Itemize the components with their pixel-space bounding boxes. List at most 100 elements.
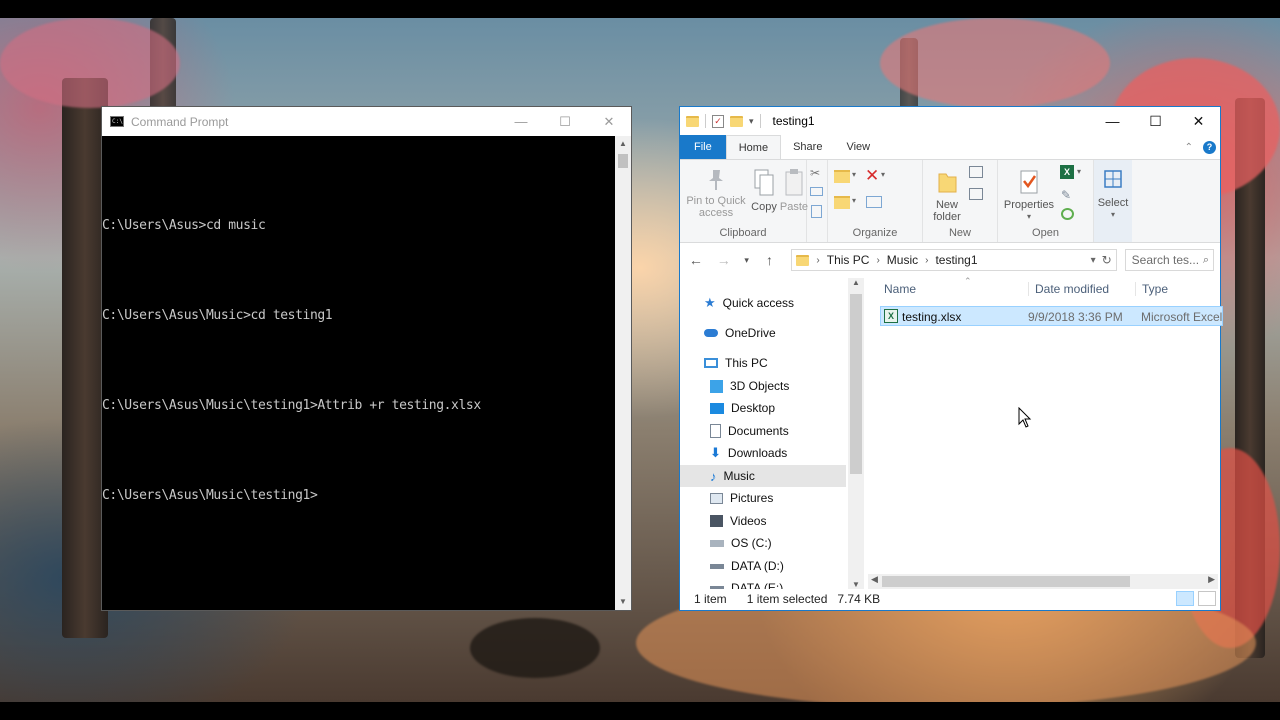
move-to-icon[interactable] (834, 170, 850, 183)
nav-item-os-c[interactable]: OS (C:) (710, 532, 772, 554)
tab-share[interactable]: Share (781, 135, 834, 159)
scroll-up-arrow-icon[interactable]: ▲ (848, 278, 864, 287)
nav-item-this-pc[interactable]: This PC (704, 352, 768, 374)
breadcrumb-testing1[interactable]: testing1 (935, 253, 977, 267)
copy-to-icon[interactable] (834, 196, 850, 209)
cmd-console[interactable]: C:\Users\Asus>cd music C:\Users\Asus\Mus… (102, 136, 615, 610)
close-button[interactable]: ✕ (587, 107, 631, 136)
scroll-thumb[interactable] (618, 154, 628, 168)
search-box[interactable]: Search tes... ⌕ (1124, 249, 1215, 271)
nav-item-videos[interactable]: Videos (710, 510, 766, 532)
breadcrumb-music[interactable]: Music (887, 253, 918, 267)
forward-arrow-icon[interactable]: → (714, 252, 734, 268)
properties-button[interactable]: Properties ▾ (1002, 168, 1056, 223)
tab-home[interactable]: Home (725, 135, 782, 159)
nav-label: DATA (D:) (731, 559, 784, 573)
move-to-dropdown-icon[interactable]: ▾ (852, 170, 856, 179)
column-header-type[interactable]: Type (1135, 282, 1168, 296)
nav-item-music[interactable]: ♪ Music (680, 465, 846, 487)
search-icon[interactable]: ⌕ (1203, 254, 1209, 267)
up-arrow-icon[interactable]: ↑ (760, 252, 780, 268)
new-item-icon[interactable] (969, 166, 983, 178)
nav-item-onedrive[interactable]: OneDrive (704, 322, 776, 344)
refresh-icon[interactable]: ↻ (1102, 253, 1112, 267)
nav-scrollbar[interactable]: ▲ ▼ (848, 278, 864, 589)
customize-toolbar-icon[interactable]: ▾ (749, 116, 754, 127)
help-icon[interactable]: ? (1203, 140, 1216, 154)
details-view-icon[interactable] (1176, 591, 1194, 606)
properties-quick-icon[interactable]: ✓ (712, 114, 724, 128)
paste-icon (783, 168, 805, 198)
minimize-button[interactable]: — (499, 107, 543, 136)
scroll-thumb[interactable] (850, 294, 862, 474)
item-count: 1 item (694, 591, 727, 606)
excel-open-icon[interactable]: X (1060, 165, 1074, 179)
pin-to-quick-access-button[interactable]: Pin to Quick access (685, 168, 747, 219)
nav-item-data-d[interactable]: DATA (D:) (710, 555, 784, 577)
column-header-name[interactable]: ⌃ Name (884, 276, 972, 296)
scroll-thumb[interactable] (882, 576, 1130, 587)
file-explorer-window[interactable]: ✓ ▾ testing1 — ☐ ✕ File Home Share View … (679, 106, 1223, 611)
chevron-right-icon[interactable]: › (816, 255, 819, 266)
chevron-right-icon[interactable]: › (925, 255, 928, 266)
nav-label: Videos (730, 514, 767, 528)
minimize-button[interactable]: — (1091, 107, 1134, 135)
nav-item-pictures[interactable]: Pictures (710, 487, 773, 509)
explorer-title-bar[interactable]: ✓ ▾ testing1 — ☐ ✕ (680, 107, 1220, 135)
maximize-button[interactable]: ☐ (543, 107, 587, 136)
close-button[interactable]: ✕ (1177, 107, 1220, 135)
copy-to-dropdown-icon[interactable]: ▾ (852, 196, 856, 205)
copy-button[interactable]: Copy (750, 168, 778, 213)
column-header-date[interactable]: Date modified (1028, 282, 1109, 296)
nav-item-downloads[interactable]: ⬇ Downloads (710, 442, 787, 464)
chevron-right-icon[interactable]: › (876, 255, 879, 266)
rename-icon[interactable] (866, 196, 882, 208)
properties-dropdown-icon[interactable]: ▾ (1002, 211, 1056, 223)
paste-button[interactable]: Paste (779, 168, 809, 213)
select-dropdown-icon[interactable]: ▾ (1096, 209, 1130, 221)
address-dropdown-icon[interactable]: ▾ (1091, 255, 1096, 266)
easy-access-icon[interactable] (969, 188, 983, 200)
edit-icon[interactable]: ✎ (1061, 188, 1071, 202)
table-row[interactable]: X testing.xlsx 9/9/2018 3:36 PM Microsof… (880, 306, 1223, 326)
address-bar[interactable]: › This PC › Music › testing1 ▾ ↻ (791, 249, 1117, 271)
scroll-down-arrow-icon[interactable]: ▼ (615, 594, 631, 610)
new-folder-button[interactable]: New folder (927, 168, 967, 223)
paste-shortcut-icon[interactable] (811, 205, 822, 218)
drive-icon (710, 539, 724, 547)
pin-label: Pin to Quick access (686, 195, 746, 219)
cut-icon[interactable]: ✂ (810, 166, 820, 180)
delete-dropdown-icon[interactable]: ▾ (881, 170, 885, 179)
cmd-title: Command Prompt (131, 114, 229, 129)
properties-label: Properties (1003, 199, 1055, 211)
large-icons-view-icon[interactable] (1198, 591, 1216, 606)
copy-path-icon[interactable] (810, 187, 823, 196)
column-label: Name (884, 282, 917, 296)
delete-icon[interactable]: ✕ (865, 166, 879, 186)
maximize-button[interactable]: ☐ (1134, 107, 1177, 135)
nav-label: Music (723, 469, 755, 483)
tab-file[interactable]: File (680, 135, 726, 159)
open-dropdown-icon[interactable]: ▾ (1077, 167, 1081, 176)
nav-item-desktop[interactable]: Desktop (710, 397, 775, 419)
recent-locations-icon[interactable]: ▾ (742, 255, 752, 266)
tab-view[interactable]: View (834, 135, 882, 159)
breadcrumb-this-pc[interactable]: This PC (827, 253, 870, 267)
clipboard-small-buttons: ✂ (807, 160, 828, 242)
collapse-ribbon-icon[interactable]: ⌃ (1185, 142, 1193, 153)
history-icon[interactable] (1061, 208, 1074, 220)
nav-item-3d-objects[interactable]: 3D Objects (710, 375, 789, 397)
new-folder-quick-icon[interactable] (730, 115, 743, 127)
cmd-title-bar[interactable]: C:\ Command Prompt — ☐ ✕ (102, 107, 631, 136)
cmd-scrollbar[interactable]: ▲ ▼ (615, 136, 631, 610)
nav-item-quick-access[interactable]: ★ Quick access (704, 292, 794, 314)
nav-item-documents[interactable]: Documents (710, 420, 789, 442)
back-arrow-icon[interactable]: ← (686, 252, 706, 268)
select-button[interactable]: Select ▾ (1096, 168, 1130, 221)
scroll-left-arrow-icon[interactable]: ◀ (871, 574, 878, 585)
scroll-right-arrow-icon[interactable]: ▶ (1208, 574, 1215, 585)
scroll-up-arrow-icon[interactable]: ▲ (615, 136, 631, 152)
folder-icon (796, 254, 810, 266)
command-prompt-window[interactable]: C:\ Command Prompt — ☐ ✕ C:\Users\Asus>c… (101, 106, 632, 611)
nav-label: Quick access (722, 296, 795, 310)
